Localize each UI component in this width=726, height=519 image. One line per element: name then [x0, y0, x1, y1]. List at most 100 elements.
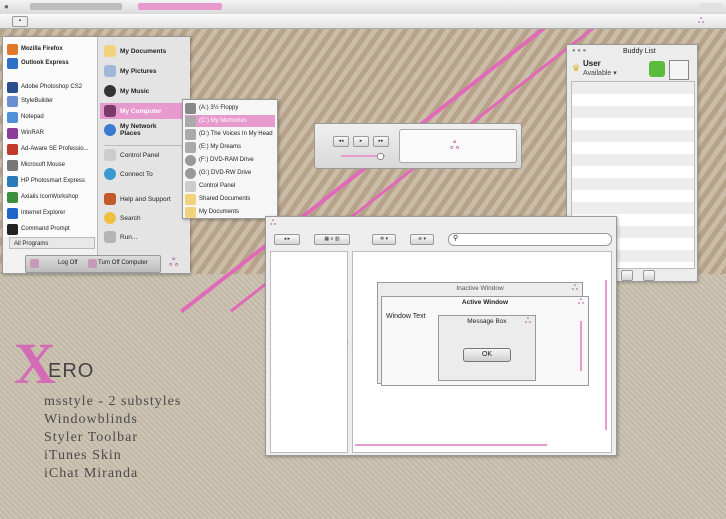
active-window-title: Active Window	[461, 299, 509, 306]
user-name: User	[583, 59, 601, 68]
program-icon	[7, 143, 18, 155]
divider	[104, 145, 184, 146]
program-item[interactable]: Axialis IconWorkshop	[7, 190, 95, 204]
drive-icon	[185, 115, 196, 127]
log-off-button[interactable]: Log Off	[58, 260, 78, 266]
submenu-control-panel[interactable]: Control Panel	[185, 180, 275, 192]
action-menu-button[interactable]: ✲ ▾	[372, 234, 396, 245]
program-icon	[7, 159, 18, 171]
program-icon	[7, 57, 18, 69]
program-item[interactable]: Command Prompt	[7, 222, 95, 236]
splitter-handle[interactable]: ⁞	[347, 341, 349, 347]
session-buttons: Log Off Turn Off Computer	[25, 255, 161, 273]
program-icon	[7, 191, 18, 203]
program-item[interactable]: Outlook Express	[7, 56, 95, 70]
search-icon	[104, 212, 116, 224]
drive-c[interactable]: (C:) My Memories	[185, 115, 275, 127]
place-my-pictures[interactable]: My Pictures	[104, 65, 188, 77]
place-run[interactable]: Run...	[104, 231, 188, 243]
search-icon: ⚲	[453, 235, 459, 242]
buddy-list-title: Buddy List	[623, 48, 656, 55]
program-icon	[7, 127, 18, 139]
place-my-documents[interactable]: My Documents	[104, 45, 188, 57]
drive-f[interactable]: (F:) DVD-RAM Drive	[185, 154, 275, 166]
start-menu-programs: Mozilla Firefox Outlook Express Adobe Ph…	[3, 37, 97, 237]
program-item[interactable]: WinRAR	[7, 126, 95, 140]
feature-line: iTunes Skin	[44, 448, 122, 463]
back-forward-button[interactable]: ◂ ▸	[274, 234, 300, 245]
status-area	[700, 3, 722, 10]
content-scrollbar[interactable]	[605, 280, 607, 430]
menu-segment-active[interactable]	[138, 3, 222, 10]
buddy-action-button[interactable]	[621, 270, 633, 281]
active-window-scrollbar[interactable]	[580, 321, 582, 371]
search-input[interactable]: ⚲	[448, 233, 612, 246]
program-icon	[7, 95, 18, 107]
program-item[interactable]: Mozilla Firefox	[7, 42, 95, 56]
volume-knob[interactable]	[377, 153, 384, 160]
program-item[interactable]: Adobe Photoshop CS2	[7, 80, 95, 94]
place-control-panel[interactable]: Control Panel	[104, 149, 188, 161]
drive-d[interactable]: (D:) The Voices In My Head	[185, 128, 275, 140]
turn-off-button[interactable]: Turn Off Computer	[98, 260, 148, 266]
program-item[interactable]: Internet Explorer	[7, 206, 95, 220]
drive-floppy[interactable]: (A:) 3½ Floppy	[185, 102, 275, 114]
message-box: Message Box ஃ OK	[438, 315, 536, 381]
program-icon	[7, 81, 18, 93]
drive-e[interactable]: (E:) My Dreams	[185, 141, 275, 153]
feature-line: Windowblinds	[44, 412, 138, 427]
folder-icon	[185, 193, 196, 205]
program-item[interactable]: Ad-Aware SE Professio...	[7, 142, 95, 156]
drive-g[interactable]: (G:) DVD-RW Drive	[185, 167, 275, 179]
program-item[interactable]: HP Photosmart Express	[7, 174, 95, 188]
turn-off-icon	[88, 259, 97, 268]
xero-logo-icon: ஃ	[577, 297, 584, 306]
itunes-display: ஃ	[399, 129, 517, 163]
status-dropdown[interactable]: Available ▾	[583, 69, 617, 77]
submenu-shared-documents[interactable]: Shared Documents	[185, 193, 275, 205]
message-box-title: Message Box	[467, 318, 507, 325]
xero-logo-icon: ஃ	[698, 16, 705, 25]
place-my-computer[interactable]: My Computer▶	[104, 105, 188, 117]
all-programs-button[interactable]: All Programs	[9, 237, 95, 249]
xero-logo-icon: ஃ	[571, 283, 578, 292]
active-window: Active Window ஃ Window Text Message Box …	[381, 296, 589, 386]
xero-logo-icon: ஃ	[169, 255, 179, 269]
play-button[interactable]: ▸	[353, 136, 369, 147]
program-item[interactable]: Notepad	[7, 110, 95, 124]
apple-icon[interactable]: ●	[4, 2, 9, 11]
program-icon	[7, 43, 18, 55]
phone-icon[interactable]	[649, 61, 665, 77]
ok-button[interactable]: OK	[463, 348, 511, 362]
place-my-music[interactable]: My Music	[104, 85, 188, 97]
arrange-menu-button[interactable]: ≋ ▾	[410, 234, 434, 245]
program-item[interactable]: StyleBuilder	[7, 94, 95, 108]
place-help[interactable]: Help and Support	[104, 193, 188, 205]
window-controls[interactable]: ● ● ●	[572, 48, 586, 54]
program-icon	[7, 111, 18, 123]
view-switcher[interactable]: ▦ ≡ ▥	[314, 234, 350, 245]
dvd-icon	[185, 167, 196, 179]
window-text: Window Text	[386, 313, 426, 320]
next-button[interactable]: ▸▸	[373, 136, 389, 147]
program-icon	[7, 175, 18, 187]
horizontal-scrollbar[interactable]	[355, 444, 547, 446]
itunes-skin: ◂◂ ▸ ▸▸ ஃ	[314, 123, 522, 169]
control-panel-icon	[185, 180, 196, 192]
place-connect-to[interactable]: Connect To▶	[104, 168, 188, 180]
menu-bar: ●	[0, 0, 726, 15]
menu-segment[interactable]	[30, 3, 122, 10]
place-search[interactable]: Search	[104, 212, 188, 224]
place-my-network[interactable]: My Network Places	[104, 123, 188, 137]
run-icon	[104, 231, 116, 243]
sidebar-pane[interactable]	[270, 251, 348, 453]
submenu-my-documents[interactable]: My Documents	[185, 206, 275, 218]
my-computer-submenu: (A:) 3½ Floppy (C:) My Memories (D:) The…	[182, 99, 278, 219]
buddy-action-button[interactable]	[643, 270, 655, 281]
program-item[interactable]: Microsoft Mouse	[7, 158, 95, 172]
previous-button[interactable]: ◂◂	[333, 136, 349, 147]
help-icon	[104, 193, 116, 205]
pictures-icon	[104, 65, 116, 77]
start-menu: Mozilla Firefox Outlook Express Adobe Ph…	[2, 36, 190, 274]
start-button[interactable]: ▪	[12, 16, 28, 27]
